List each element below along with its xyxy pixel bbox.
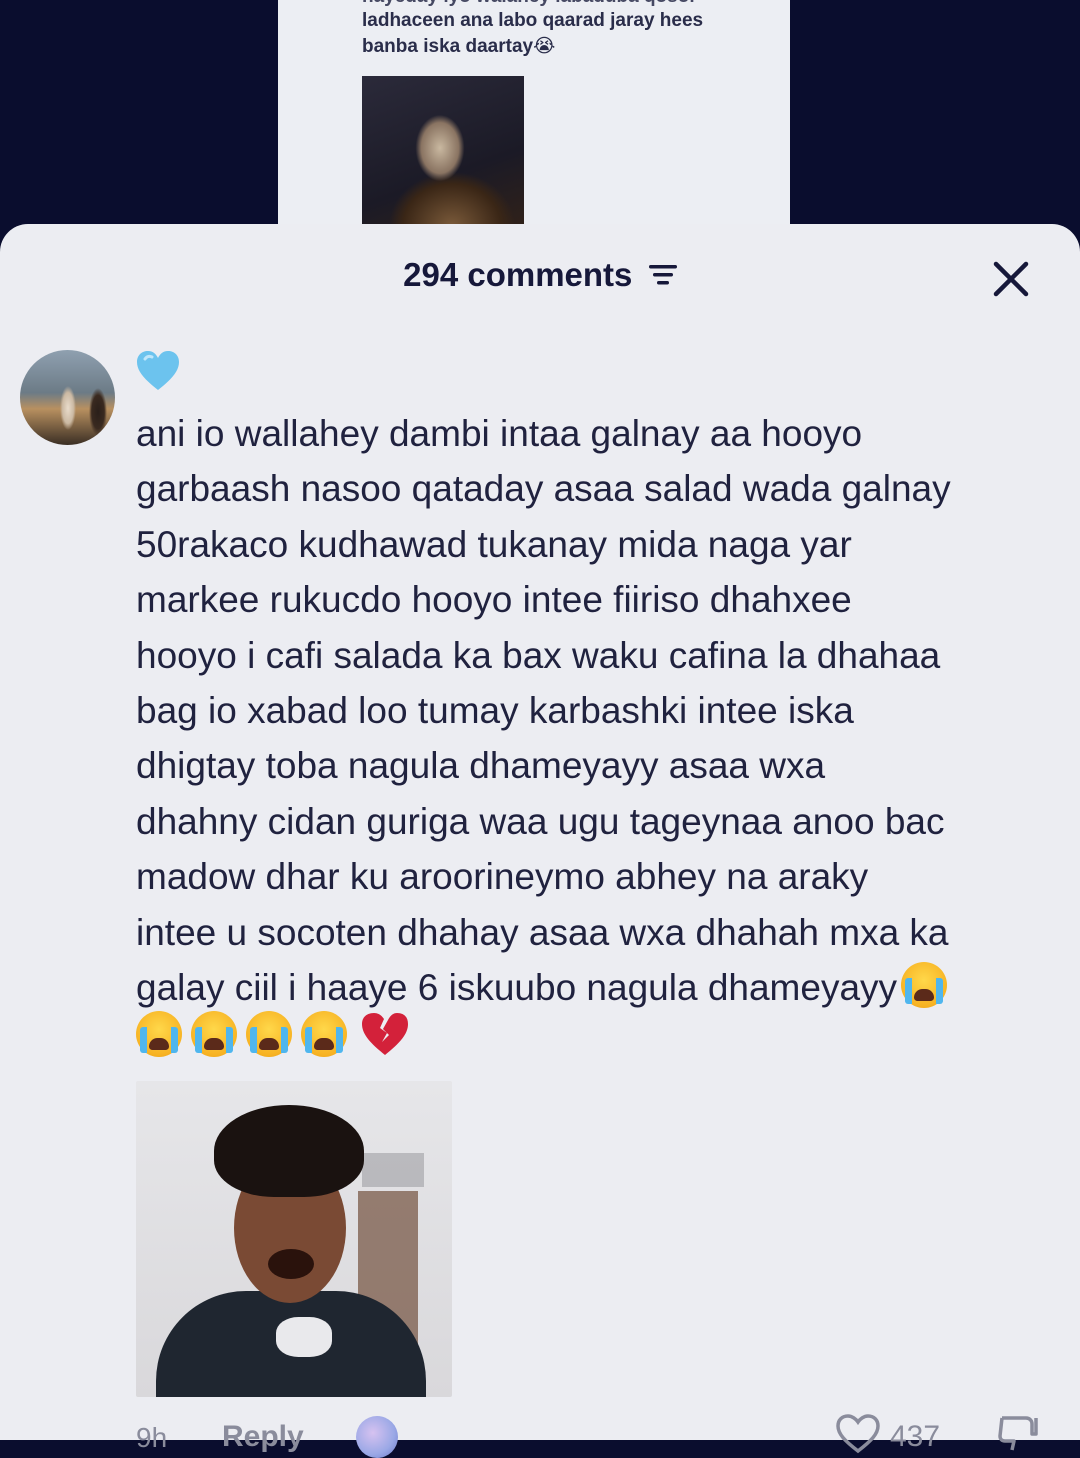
post-image [362,76,524,236]
gif-tissue [276,1317,332,1357]
close-icon[interactable] [990,258,1032,300]
comments-header: 294 comments [0,256,1080,300]
comment-line-text: galay ciil i haaye 6 iskuubo nagula dham… [136,967,898,1009]
comment-line: intee u socoten dhahay asaa wxa dhahah m… [136,911,949,953]
comment-line: hooyo i cafi salada ka bax waku cafina l… [136,634,941,676]
comment-text: ani io wallahey dambi intaa galnay aa ho… [136,406,1056,1015]
crying-face-icon [136,1011,182,1057]
comment-line: 50rakaco kudhawad tukanay mida naga yar [136,523,852,565]
comment-line: dhigtay toba nagula dhameyayy asaa wxa [136,745,826,787]
broken-heart-icon [362,1013,409,1055]
gif-mouth [268,1249,314,1279]
dislike-icon[interactable] [996,1414,1040,1454]
comment-line: bag io xabad loo tumay karbashki intee i… [136,690,854,732]
post-text-line: banba iska daartay😭 [362,36,556,57]
background-post-card: nayeday iyo walahey labaduba qosol ladha… [278,0,790,240]
like-count: 437 [890,1420,941,1453]
reply-button[interactable]: Reply [222,1420,304,1454]
comment-line: galay ciil i haaye 6 iskuubo nagula dham… [136,960,1056,1015]
comment-count: 294 comments [403,256,633,293]
comment-line: dhahny cidan guriga waa ugu tageynaa ano… [136,800,945,842]
gif-wall-picture [362,1153,424,1187]
light-blue-heart-icon [137,351,179,390]
post-text-line: nayeday iyo walahey labaduba qosol [362,0,695,8]
comments-sheet: 294 comments ani io wallahey dambi intaa… [0,224,1080,1458]
gif-hair [214,1105,364,1197]
crying-face-icon [301,1011,347,1057]
sort-filter-icon[interactable] [648,263,677,287]
post-text-line: ladhaceen ana labo qaarad jaray hees [362,10,704,31]
like-heart-icon[interactable] [836,1414,880,1454]
reply-avatar [356,1416,398,1458]
crying-face-icon [901,962,948,1009]
comment-line: garbaash nasoo qataday asaa salad wada g… [136,468,951,510]
emoji-row [136,1011,410,1061]
crying-face-icon [246,1011,292,1057]
crying-face-icon [191,1011,237,1057]
comment-line: markee rukucdo hooyo intee fiiriso dhahx… [136,579,852,621]
comment-line: madow dhar ku aroorineymo abhey na araky [136,856,869,898]
comment-time: 9h [136,1422,168,1453]
comment-line: ani io wallahey dambi intaa galnay aa ho… [136,413,863,454]
comment-footer: 9h Reply 437 [0,1414,1080,1458]
attached-gif[interactable] [136,1081,452,1397]
avatar[interactable] [20,350,115,445]
